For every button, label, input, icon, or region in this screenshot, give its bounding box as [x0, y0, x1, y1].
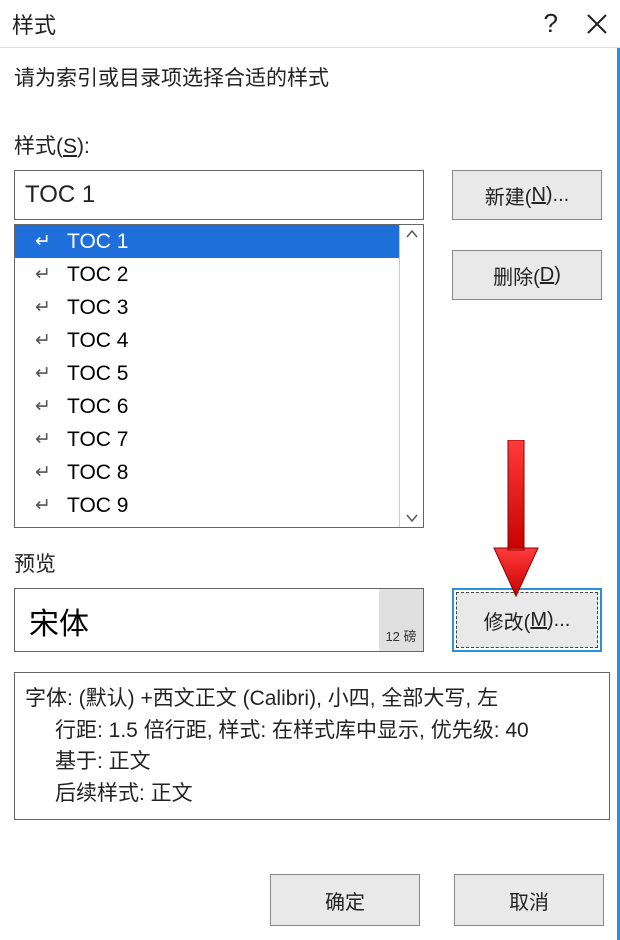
list-item-label: TOC 6	[67, 395, 128, 419]
preview-label: 预览	[14, 548, 608, 578]
delete-button[interactable]: 删除(D)	[452, 250, 602, 300]
list-item[interactable]: ↵ TOC 5	[15, 357, 399, 390]
list-item-label: TOC 5	[67, 362, 128, 386]
list-item[interactable]: ↵ TOC 4	[15, 324, 399, 357]
styles-listbox[interactable]: ↵ TOC 1 ↵ TOC 2 ↵ TOC 3 ↵ TOC 4 ↵ TOC 5 ↵ TOC 6 ↵ TOC…	[14, 224, 424, 528]
list-item-label: TOC 8	[67, 461, 128, 485]
scrollbar[interactable]	[399, 225, 423, 527]
list-item[interactable]: ↵ TOC 1	[15, 225, 399, 258]
ok-button[interactable]: 确定	[270, 874, 420, 926]
paragraph-icon: ↵	[35, 296, 57, 319]
modify-button-focus-ring: 修改(M)...	[452, 588, 602, 652]
paragraph-icon: ↵	[35, 461, 57, 484]
list-item[interactable]: ↵ TOC 3	[15, 291, 399, 324]
dialog-title: 样式	[12, 8, 56, 40]
style-description: 字体: (默认) +西文正文 (Calibri), 小四, 全部大写, 左 行距…	[14, 672, 610, 820]
paragraph-icon: ↵	[35, 362, 57, 385]
cancel-button[interactable]: 取消	[454, 874, 604, 926]
list-item[interactable]: ↵ TOC 8	[15, 456, 399, 489]
modify-button[interactable]: 修改(M)...	[456, 592, 598, 648]
paragraph-icon: ↵	[35, 329, 57, 352]
scroll-up-icon[interactable]	[406, 229, 418, 239]
list-item-label: TOC 4	[67, 329, 128, 353]
preview-font-size: 12 磅	[379, 589, 423, 651]
list-item-label: TOC 2	[67, 263, 128, 287]
style-name-input[interactable]	[14, 170, 424, 220]
desc-line-4: 后续样式: 正文	[25, 778, 599, 810]
desc-line-3: 基于: 正文	[25, 746, 599, 778]
list-item-label: TOC 7	[67, 428, 128, 452]
list-item-label: TOC 1	[67, 230, 128, 254]
list-item[interactable]: ↵ TOC 2	[15, 258, 399, 291]
desc-line-2: 行距: 1.5 倍行距, 样式: 在样式库中显示, 优先级: 40	[25, 715, 599, 747]
list-item[interactable]: ↵ TOC 6	[15, 390, 399, 423]
scroll-down-icon[interactable]	[406, 513, 418, 523]
preview-font-name: 宋体	[15, 589, 379, 651]
desc-line-1: 字体: (默认) +西文正文 (Calibri), 小四, 全部大写, 左	[25, 683, 599, 715]
instruction-text: 请为索引或目录项选择合适的样式	[14, 62, 608, 92]
styles-label: 样式(S):	[14, 130, 608, 160]
paragraph-icon: ↵	[35, 395, 57, 418]
paragraph-icon: ↵	[35, 428, 57, 451]
new-button[interactable]: 新建(N)...	[452, 170, 602, 220]
close-icon[interactable]	[586, 13, 608, 35]
list-item[interactable]: ↵ TOC 7	[15, 423, 399, 456]
list-item-label: TOC 3	[67, 296, 128, 320]
list-item-label: TOC 9	[67, 494, 128, 518]
preview-box: 宋体 12 磅	[14, 588, 424, 652]
titlebar: 样式 ?	[0, 0, 620, 48]
paragraph-icon: ↵	[35, 263, 57, 286]
list-item[interactable]: ↵ TOC 9	[15, 489, 399, 522]
paragraph-icon: ↵	[35, 230, 57, 253]
paragraph-icon: ↵	[35, 494, 57, 517]
help-icon[interactable]: ?	[544, 8, 558, 39]
